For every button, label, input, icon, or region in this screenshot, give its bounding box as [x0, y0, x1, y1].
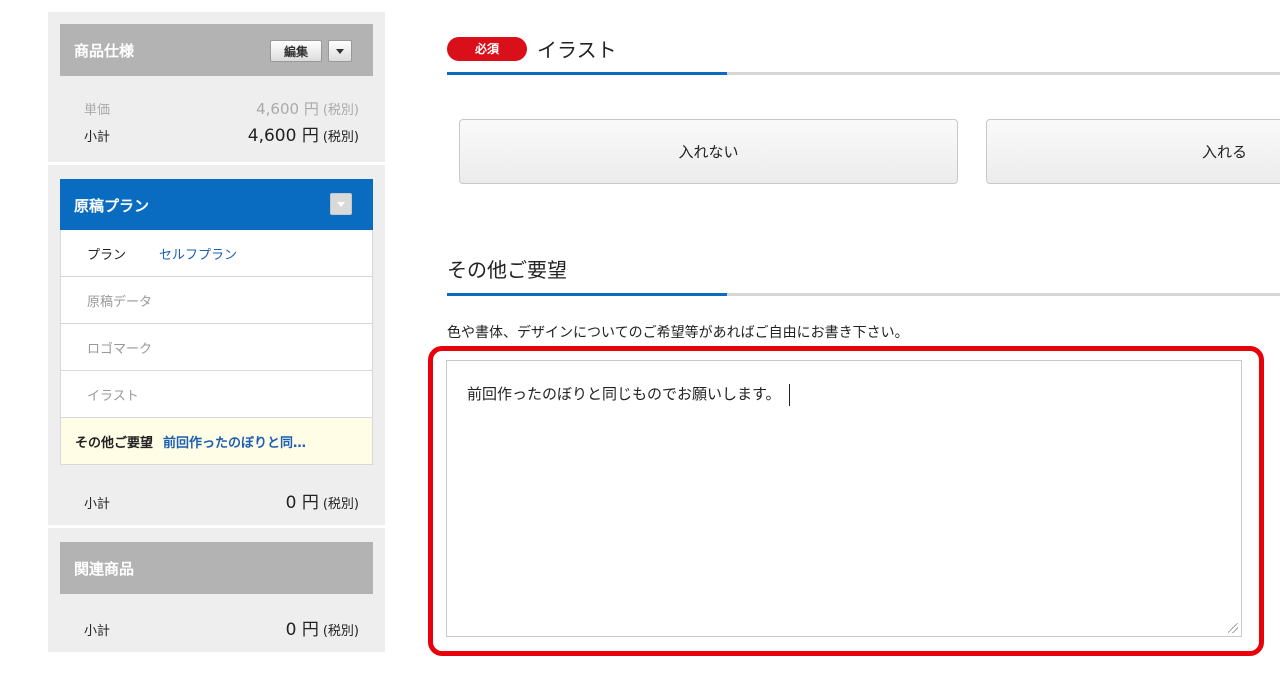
related-subtotal-tax: (税別) — [322, 624, 359, 639]
spec-section-header: 商品仕様 編集 — [60, 24, 373, 76]
requests-section-title: その他ご要望 — [447, 254, 567, 283]
plan-item-illustration[interactable]: イラスト — [61, 371, 372, 418]
related-subtotal-label: 小計 — [84, 624, 111, 639]
unit-price-value: 4,600 円 — [256, 100, 319, 118]
plan-item-key: ロゴマーク — [87, 341, 153, 357]
requests-title: その他ご要望 — [447, 258, 567, 282]
plan-item-logo[interactable]: ロゴマーク — [61, 324, 372, 371]
spec-section-title: 商品仕様 — [74, 41, 135, 60]
illustration-section-title: 必須 イラスト — [447, 34, 617, 63]
plan-subtotal-row: 小計 0 円 (税別) — [84, 488, 359, 513]
plan-section-title: 原稿プラン — [74, 196, 150, 215]
plan-item-other-requests[interactable]: その他ご要望 前回作ったのぼりと同… — [61, 418, 372, 465]
related-section-title: 関連商品 — [74, 559, 135, 578]
spec-dropdown-button[interactable] — [328, 40, 352, 62]
section-rule-accent — [447, 72, 727, 75]
related-subtotal-value: 0 円 — [285, 620, 319, 640]
plan-subtotal-tax: (税別) — [322, 497, 359, 512]
spec-subtotal-value: 4,600 円 — [247, 126, 319, 146]
unit-price-row: 単価 4,600 円 (税別) — [84, 98, 359, 119]
requests-instruction: 色や書体、デザインについてのご希望等があればご自由にお書き下さい。 — [447, 325, 909, 341]
option-no-illustration-button[interactable]: 入れない — [459, 119, 958, 184]
illustration-title: イラスト — [537, 38, 617, 62]
requests-textarea[interactable]: 前回作ったのぼりと同じものでお願いします。 — [446, 360, 1242, 637]
plan-item-key: イラスト — [87, 388, 139, 404]
required-badge: 必須 — [447, 36, 527, 61]
plan-item-value: セルフプラン — [159, 247, 238, 263]
plan-dropdown-button[interactable] — [330, 193, 352, 215]
section-rule — [447, 293, 1280, 296]
unit-price-label: 単価 — [84, 103, 111, 118]
plan-subtotal-label: 小計 — [84, 497, 111, 512]
edit-button[interactable]: 編集 — [270, 40, 322, 62]
requests-text: 前回作ったのぼりと同じものでお願いします。 — [467, 385, 781, 403]
plan-subtotal-value: 0 円 — [285, 493, 319, 513]
related-subtotal-row: 小計 0 円 (税別) — [84, 615, 359, 640]
plan-item-plan[interactable]: プラン セルフプラン — [61, 230, 372, 277]
section-rule-accent — [447, 293, 727, 296]
divider — [48, 162, 385, 165]
option-with-illustration-button[interactable]: 入れる — [986, 119, 1280, 184]
caret-down-icon — [336, 48, 344, 54]
spec-subtotal-tax: (税別) — [322, 130, 359, 145]
spec-subtotal-row: 小計 4,600 円 (税別) — [84, 121, 359, 146]
plan-details-list: プラン セルフプラン 原稿データ ロゴマーク イラスト その他ご要望 前回作った… — [60, 230, 373, 465]
plan-item-value: 前回作ったのぼりと同… — [163, 435, 307, 451]
caret-down-icon — [337, 201, 345, 207]
plan-section-header: 原稿プラン — [60, 179, 373, 231]
order-summary-sidebar: 商品仕様 編集 単価 4,600 円 (税別) 小計 4,600 円 (税別) 原稿… — [48, 12, 385, 652]
spec-subtotal-label: 小計 — [84, 130, 111, 145]
text-cursor — [788, 383, 790, 406]
unit-price-tax: (税別) — [322, 103, 359, 118]
plan-item-key: その他ご要望 — [75, 435, 154, 451]
plan-item-key: 原稿データ — [87, 294, 153, 310]
plan-item-artwork-data[interactable]: 原稿データ — [61, 277, 372, 324]
plan-item-key: プラン — [87, 247, 127, 263]
section-rule — [447, 72, 1280, 75]
related-section-header: 関連商品 — [60, 542, 373, 594]
divider — [48, 525, 385, 528]
resize-grip-icon[interactable] — [1228, 623, 1238, 633]
